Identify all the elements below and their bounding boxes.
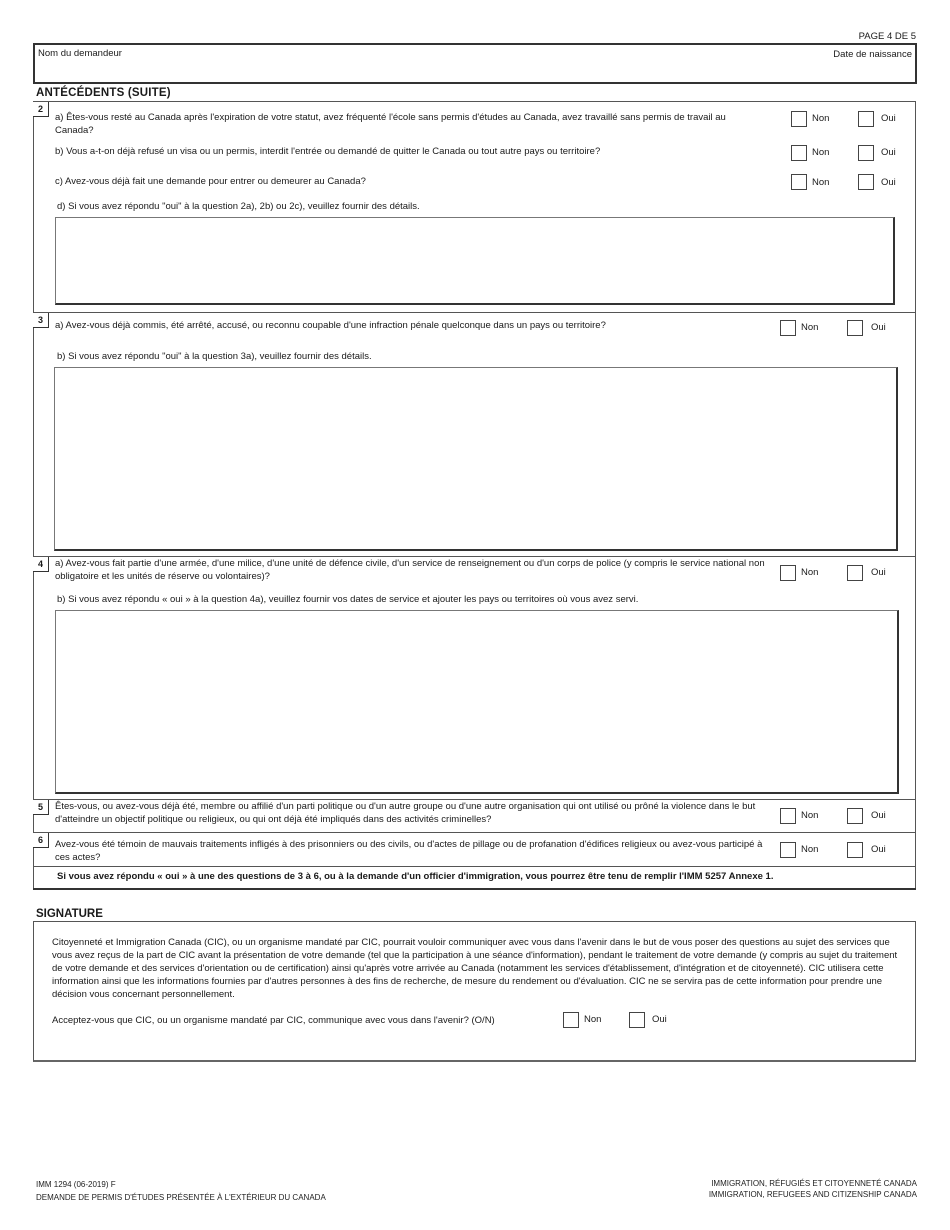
q2c-oui-label: Oui (881, 177, 896, 188)
applicant-header-box: Nom du demandeur Date de naissance (33, 43, 917, 84)
question-2d-text: d) Si vous avez répondu "oui" à la quest… (57, 201, 420, 212)
question-3b-text: b) Si vous avez répondu "oui" à la quest… (57, 351, 372, 362)
q6-oui-checkbox[interactable] (847, 842, 863, 858)
q6-oui-label: Oui (871, 844, 886, 855)
form-code: IMM 1294 (06-2019) F (36, 1180, 116, 1189)
section-title: ANTÉCÉDENTS (SUITE) (36, 87, 171, 99)
q4a-non-label: Non (801, 567, 819, 578)
question-number-5: 5 (33, 800, 49, 815)
q3a-oui-label: Oui (871, 322, 886, 333)
question-number-6: 6 (33, 833, 49, 848)
section-top-border (33, 101, 916, 102)
q4a-oui-checkbox[interactable] (847, 565, 863, 581)
consent-oui-label: Oui (652, 1014, 667, 1025)
question-4a-text: a) Avez-vous fait partie d'une armée, d'… (55, 558, 765, 582)
q2-details-textarea[interactable] (55, 217, 895, 305)
date-of-birth-label: Date de naissance (833, 49, 912, 60)
q5-oui-label: Oui (871, 810, 886, 821)
question-2a-text: a) Êtes-vous resté au Canada après l'exp… (55, 112, 726, 136)
q6-non-label: Non (801, 844, 819, 855)
section-bottom-border (33, 888, 916, 890)
q4a-oui-label: Oui (871, 567, 886, 578)
q2a-non-label: Non (812, 113, 830, 124)
section-right-border (915, 101, 916, 889)
question-number-2: 2 (33, 102, 49, 117)
q5-oui-checkbox[interactable] (847, 808, 863, 824)
q3a-oui-checkbox[interactable] (847, 320, 863, 336)
q5-non-checkbox[interactable] (780, 808, 796, 824)
q2a-oui-checkbox[interactable] (858, 111, 874, 127)
page-indicator: PAGE 4 DE 5 (858, 31, 916, 42)
question-number-3: 3 (33, 313, 49, 328)
q3a-non-label: Non (801, 322, 819, 333)
q6-non-checkbox[interactable] (780, 842, 796, 858)
question-4b-text: b) Si vous avez répondu « oui » à la que… (57, 594, 639, 605)
q2b-oui-label: Oui (881, 147, 896, 158)
consent-non-label: Non (584, 1014, 602, 1025)
q3a-non-checkbox[interactable] (780, 320, 796, 336)
consent-non-checkbox[interactable] (563, 1012, 579, 1028)
q2a-non-checkbox[interactable] (791, 111, 807, 127)
question-5-text: Êtes-vous, ou avez-vous déjà été, membre… (55, 801, 756, 825)
question-6-text: Avez-vous été témoin de mauvais traiteme… (55, 839, 763, 863)
signature-title: SIGNATURE (36, 908, 103, 920)
q4-details-textarea[interactable] (55, 610, 899, 794)
divider (33, 866, 916, 867)
q5-non-label: Non (801, 810, 819, 821)
divider (33, 556, 916, 557)
annex-notice: Si vous avez répondu « oui » à une des q… (57, 871, 774, 882)
divider (33, 832, 916, 833)
divider (33, 312, 916, 313)
applicant-name-label: Nom du demandeur (38, 48, 122, 59)
q2c-non-label: Non (812, 177, 830, 188)
question-number-4: 4 (33, 557, 49, 572)
question-2c-text: c) Avez-vous déjà fait une demande pour … (55, 176, 366, 187)
question-2b-text: b) Vous a-t-on déjà refusé un visa ou un… (55, 146, 601, 157)
form-title: DEMANDE DE PERMIS D'ÉTUDES PRÉSENTÉE À L… (36, 1193, 326, 1202)
q2a-oui-label: Oui (881, 113, 896, 124)
consent-question: Acceptez-vous que CIC, ou un organisme m… (52, 1015, 495, 1026)
signature-paragraph: Citoyenneté et Immigration Canada (CIC),… (52, 937, 898, 1000)
q2b-non-checkbox[interactable] (791, 145, 807, 161)
question-3a-text: a) Avez-vous déjà commis, été arrêté, ac… (55, 320, 606, 331)
q3-details-textarea[interactable] (54, 367, 898, 551)
consent-oui-checkbox[interactable] (629, 1012, 645, 1028)
section-left-border (33, 101, 34, 889)
q4a-non-checkbox[interactable] (780, 565, 796, 581)
q2b-non-label: Non (812, 147, 830, 158)
divider (33, 799, 916, 800)
department-name-en: IMMIGRATION, REFUGEES AND CITIZENSHIP CA… (708, 1190, 917, 1199)
q2b-oui-checkbox[interactable] (858, 145, 874, 161)
q2c-non-checkbox[interactable] (791, 174, 807, 190)
q2c-oui-checkbox[interactable] (858, 174, 874, 190)
